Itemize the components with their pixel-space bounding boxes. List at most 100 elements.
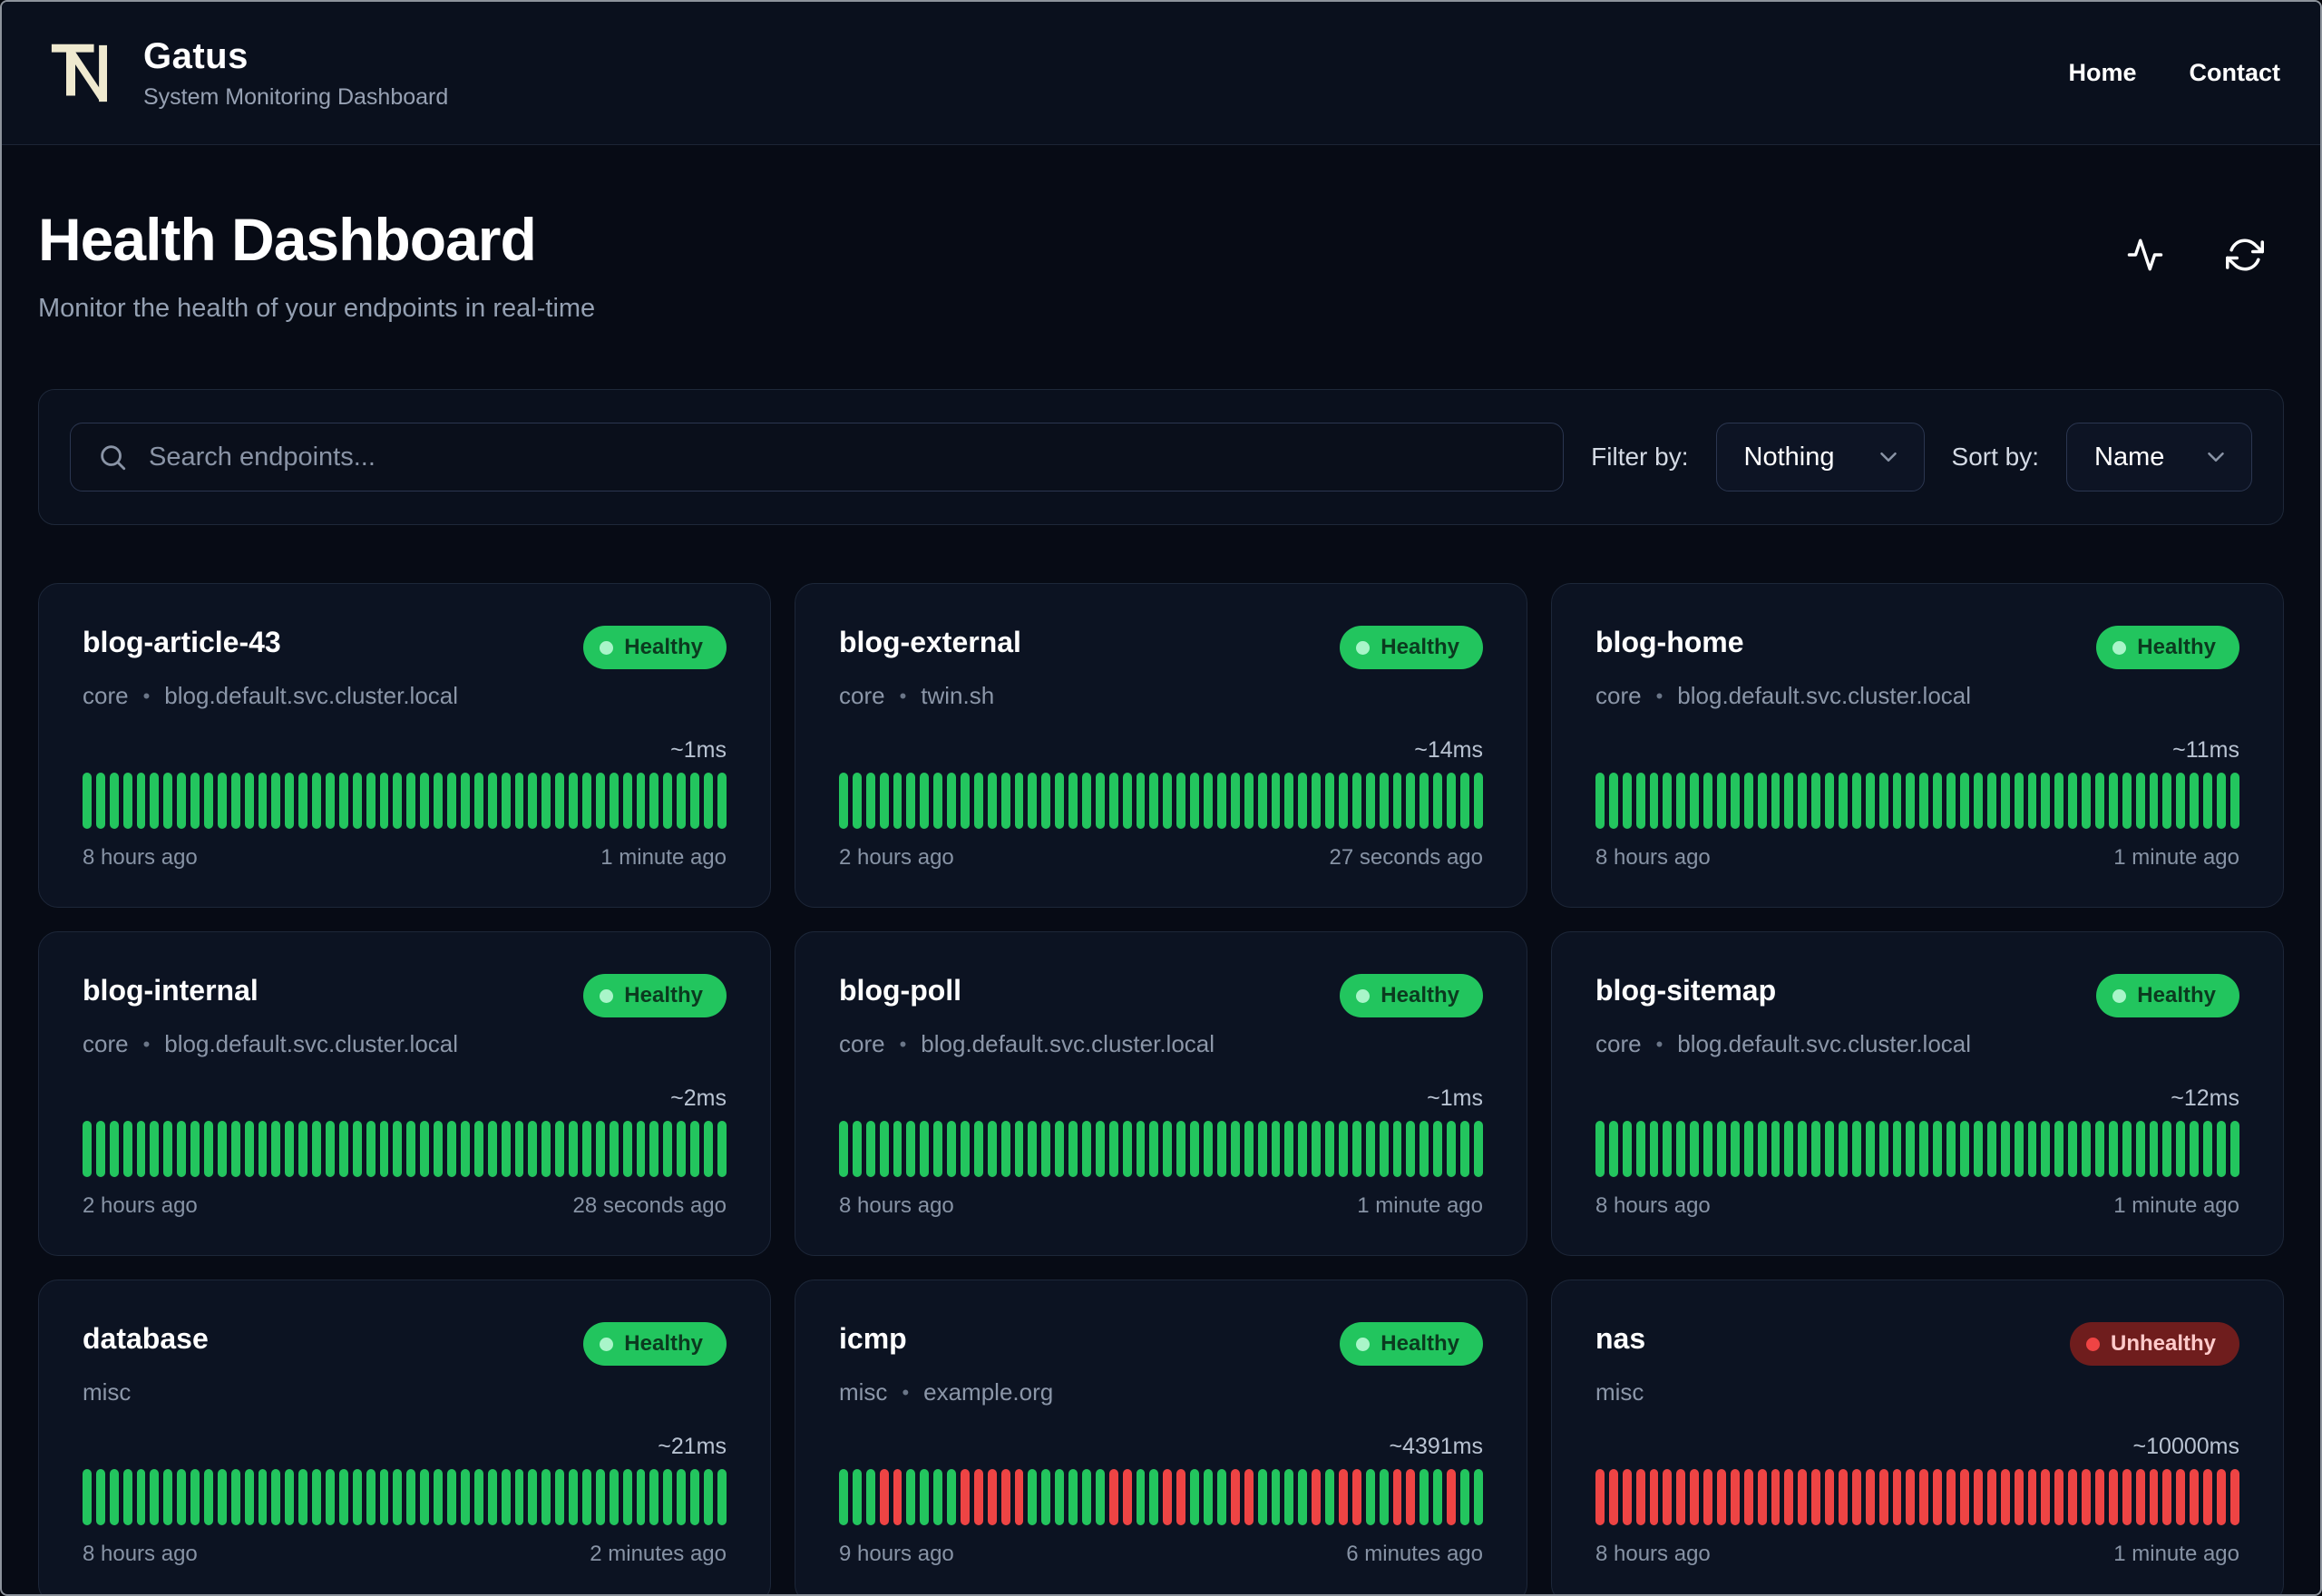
uptime-bar-ok[interactable]: [1811, 773, 1821, 829]
uptime-bar-ok[interactable]: [150, 1121, 160, 1177]
uptime-bar-ok[interactable]: [1298, 1121, 1308, 1177]
uptime-bar-ok[interactable]: [163, 1121, 173, 1177]
uptime-bar-ok[interactable]: [1608, 773, 1618, 829]
uptime-bar-ok[interactable]: [1338, 773, 1348, 829]
uptime-bar-ok[interactable]: [1028, 1469, 1038, 1525]
uptime-bar-ok[interactable]: [379, 773, 389, 829]
uptime-bar-ok[interactable]: [1055, 773, 1065, 829]
uptime-bar-ok[interactable]: [609, 1121, 619, 1177]
uptime-bar-ok[interactable]: [338, 773, 348, 829]
uptime-bar-ok[interactable]: [434, 1121, 444, 1177]
uptime-bar-ok[interactable]: [933, 1121, 943, 1177]
uptime-bar-ok[interactable]: [326, 1469, 335, 1525]
uptime-bar-ok[interactable]: [1433, 1121, 1443, 1177]
uptime-bar-ok[interactable]: [460, 1469, 470, 1525]
uptime-bar-ok[interactable]: [1798, 1121, 1808, 1177]
uptime-bar-ok[interactable]: [487, 773, 497, 829]
uptime-bar-ok[interactable]: [1351, 1121, 1361, 1177]
uptime-bar-fail[interactable]: [1784, 1469, 1794, 1525]
uptime-bar-ok[interactable]: [1230, 773, 1240, 829]
uptime-bar-ok[interactable]: [1730, 1121, 1740, 1177]
uptime-bar-ok[interactable]: [501, 1121, 511, 1177]
uptime-bar-ok[interactable]: [690, 1469, 699, 1525]
endpoint-card[interactable]: blog-article-43 Healthy core • blog.default.…: [38, 583, 771, 908]
endpoint-card[interactable]: icmp Healthy misc • example.org ~4391ms 9 hour…: [795, 1280, 1527, 1594]
uptime-bar-ok[interactable]: [1690, 773, 1700, 829]
uptime-bar-fail[interactable]: [2000, 1469, 2010, 1525]
uptime-bar-ok[interactable]: [595, 1121, 605, 1177]
uptime-bar-ok[interactable]: [1798, 773, 1808, 829]
uptime-bar-ok[interactable]: [2122, 773, 2132, 829]
uptime-bar-ok[interactable]: [581, 1121, 591, 1177]
uptime-bar-ok[interactable]: [1459, 773, 1469, 829]
uptime-bar-ok[interactable]: [2082, 773, 2091, 829]
uptime-bar-ok[interactable]: [1420, 1469, 1429, 1525]
uptime-bar-ok[interactable]: [190, 773, 200, 829]
uptime-bar-fail[interactable]: [2216, 1469, 2226, 1525]
uptime-bar-ok[interactable]: [1459, 1121, 1469, 1177]
uptime-bar-ok[interactable]: [528, 1121, 538, 1177]
uptime-bar-ok[interactable]: [2216, 1121, 2226, 1177]
uptime-bar-ok[interactable]: [1149, 773, 1159, 829]
uptime-bar-ok[interactable]: [1622, 1121, 1632, 1177]
nav-link-contact[interactable]: Contact: [2190, 59, 2281, 87]
uptime-bar-ok[interactable]: [690, 1121, 699, 1177]
uptime-bar-ok[interactable]: [528, 1469, 538, 1525]
uptime-bar-ok[interactable]: [2000, 773, 2010, 829]
uptime-bar-ok[interactable]: [1204, 773, 1213, 829]
uptime-bar-ok[interactable]: [109, 1121, 119, 1177]
uptime-bar-ok[interactable]: [1986, 773, 1996, 829]
uptime-bar-ok[interactable]: [1014, 1121, 1024, 1177]
uptime-bar-fail[interactable]: [1635, 1469, 1645, 1525]
uptime-bar-ok[interactable]: [2094, 773, 2104, 829]
uptime-bar-fail[interactable]: [2041, 1469, 2051, 1525]
uptime-bar-fail[interactable]: [1986, 1469, 1996, 1525]
uptime-bar-ok[interactable]: [406, 773, 416, 829]
uptime-bar-ok[interactable]: [473, 773, 483, 829]
uptime-bar-ok[interactable]: [581, 773, 591, 829]
refresh-button[interactable]: [2226, 236, 2264, 274]
uptime-bar-ok[interactable]: [677, 773, 687, 829]
endpoint-card[interactable]: blog-home Healthy core • blog.default.svc.cl…: [1551, 583, 2284, 908]
uptime-bar-ok[interactable]: [514, 1121, 524, 1177]
uptime-bar-ok[interactable]: [190, 1469, 200, 1525]
uptime-bar-ok[interactable]: [1190, 1469, 1200, 1525]
uptime-bar-ok[interactable]: [1839, 773, 1848, 829]
uptime-bar-fail[interactable]: [2014, 1469, 2024, 1525]
uptime-bar-ok[interactable]: [1122, 1121, 1132, 1177]
uptime-bar-ok[interactable]: [1325, 1121, 1334, 1177]
uptime-bar-ok[interactable]: [581, 1469, 591, 1525]
uptime-bar-ok[interactable]: [541, 1469, 551, 1525]
uptime-bar-ok[interactable]: [406, 1121, 416, 1177]
uptime-bar-ok[interactable]: [1986, 1121, 1996, 1177]
uptime-bar-ok[interactable]: [1108, 773, 1118, 829]
uptime-bar-ok[interactable]: [271, 1469, 281, 1525]
uptime-bar-ok[interactable]: [177, 1121, 187, 1177]
uptime-bar-ok[interactable]: [1473, 1121, 1483, 1177]
uptime-bar-ok[interactable]: [177, 1469, 187, 1525]
uptime-bar-ok[interactable]: [122, 773, 132, 829]
uptime-bar-ok[interactable]: [1649, 1121, 1659, 1177]
uptime-bar-ok[interactable]: [865, 773, 875, 829]
uptime-bar-ok[interactable]: [1379, 773, 1389, 829]
uptime-bar-ok[interactable]: [677, 1121, 687, 1177]
uptime-bar-ok[interactable]: [473, 1469, 483, 1525]
uptime-bar-ok[interactable]: [1149, 1469, 1159, 1525]
uptime-bar-ok[interactable]: [1839, 1121, 1848, 1177]
uptime-bar-ok[interactable]: [204, 773, 213, 829]
uptime-bar-ok[interactable]: [541, 773, 551, 829]
uptime-bar-ok[interactable]: [1068, 773, 1078, 829]
uptime-bar-ok[interactable]: [1933, 1121, 1943, 1177]
uptime-bar-ok[interactable]: [933, 773, 943, 829]
uptime-bar-ok[interactable]: [366, 773, 376, 829]
uptime-bar-ok[interactable]: [1000, 1121, 1010, 1177]
uptime-bar-ok[interactable]: [1325, 773, 1334, 829]
uptime-bar-ok[interactable]: [649, 1121, 659, 1177]
uptime-bar-ok[interactable]: [2027, 773, 2037, 829]
uptime-bar-fail[interactable]: [1014, 1469, 1024, 1525]
uptime-bar-fail[interactable]: [1244, 1469, 1254, 1525]
uptime-bar-ok[interactable]: [352, 773, 362, 829]
uptime-bar-ok[interactable]: [271, 1121, 281, 1177]
uptime-bar-ok[interactable]: [379, 1121, 389, 1177]
uptime-bar-fail[interactable]: [1771, 1469, 1781, 1525]
